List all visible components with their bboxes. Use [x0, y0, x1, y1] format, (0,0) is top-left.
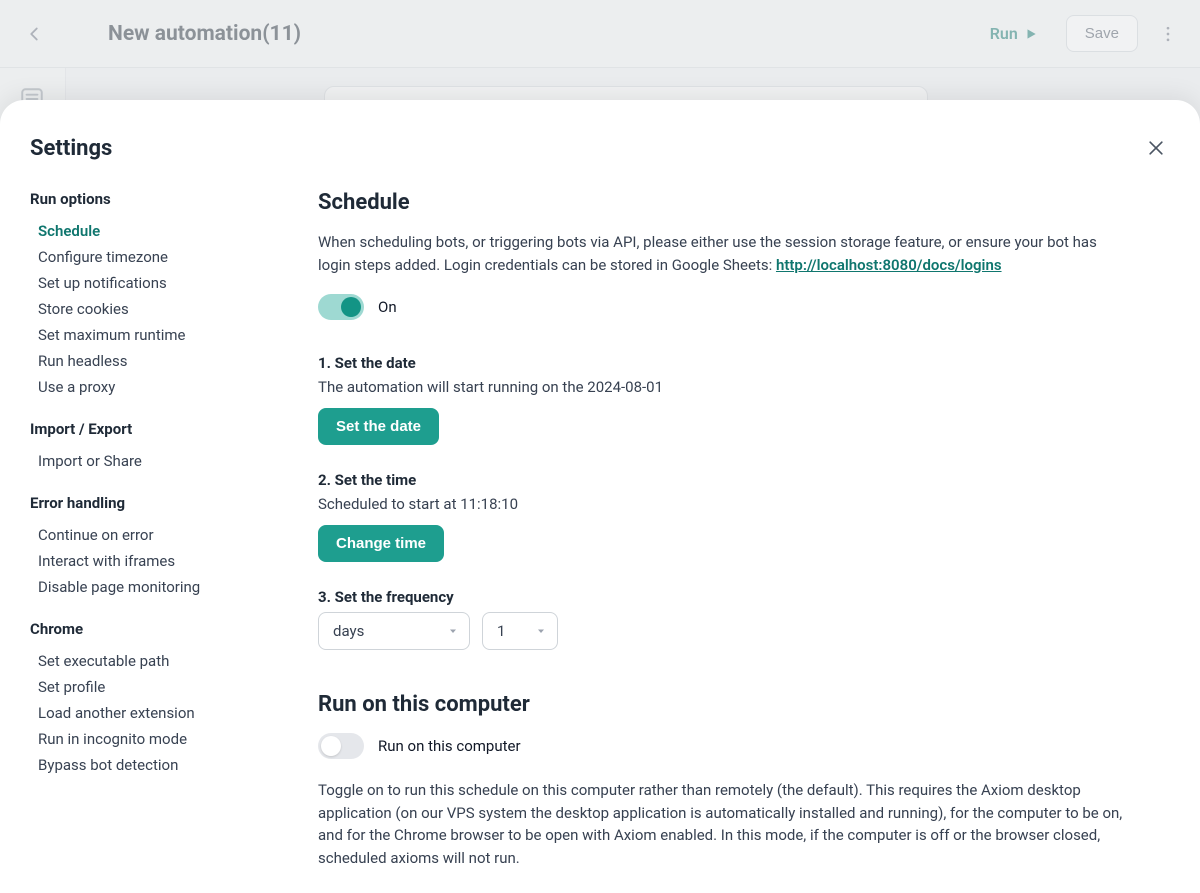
settings-modal: Settings Run options Schedule Configure … — [0, 100, 1200, 893]
schedule-docs-link[interactable]: http://localhost:8080/docs/logins — [776, 256, 1002, 274]
schedule-section-title: Schedule — [318, 190, 1130, 215]
nav-item-configure-timezone[interactable]: Configure timezone — [38, 244, 298, 270]
nav-item-bypass-bot-detection[interactable]: Bypass bot detection — [38, 752, 298, 778]
run-local-desc: Toggle on to run this schedule on this c… — [318, 779, 1130, 863]
chevron-down-icon — [535, 625, 547, 637]
settings-content: Schedule When scheduling bots, or trigge… — [318, 190, 1170, 863]
nav-item-set-up-notifications[interactable]: Set up notifications — [38, 270, 298, 296]
step-set-date: 1. Set the date The automation will star… — [318, 354, 1130, 445]
run-local-toggle[interactable] — [318, 733, 364, 759]
nav-group-error-handling: Error handling — [30, 494, 298, 512]
nav-item-continue-on-error[interactable]: Continue on error — [38, 522, 298, 548]
nav-item-use-a-proxy[interactable]: Use a proxy — [38, 374, 298, 400]
nav-item-set-executable-path[interactable]: Set executable path — [38, 648, 298, 674]
schedule-description: When scheduling bots, or triggering bots… — [318, 231, 1130, 276]
modal-title: Settings — [30, 136, 112, 161]
step3-title: 3. Set the frequency — [318, 588, 1130, 606]
run-local-section-title: Run on this computer — [318, 692, 1130, 717]
nav-item-interact-with-iframes[interactable]: Interact with iframes — [38, 548, 298, 574]
step2-title: 2. Set the time — [318, 471, 1130, 489]
step1-title: 1. Set the date — [318, 354, 1130, 372]
settings-nav: Run options Schedule Configure timezone … — [30, 190, 298, 863]
nav-item-set-profile[interactable]: Set profile — [38, 674, 298, 700]
nav-item-set-maximum-runtime[interactable]: Set maximum runtime — [38, 322, 298, 348]
change-time-button[interactable]: Change time — [318, 525, 444, 562]
frequency-count-select[interactable]: 1 — [482, 612, 558, 650]
schedule-toggle[interactable] — [318, 294, 364, 320]
step-set-frequency: 3. Set the frequency days 1 — [318, 588, 1130, 650]
frequency-count-value: 1 — [497, 622, 505, 640]
close-button[interactable] — [1142, 134, 1170, 162]
chevron-down-icon — [447, 625, 459, 637]
run-local-toggle-label: Run on this computer — [378, 737, 521, 755]
nav-item-load-another-extension[interactable]: Load another extension — [38, 700, 298, 726]
nav-item-run-headless[interactable]: Run headless — [38, 348, 298, 374]
nav-group-chrome: Chrome — [30, 620, 298, 638]
close-icon — [1146, 138, 1166, 158]
set-date-button[interactable]: Set the date — [318, 408, 439, 445]
schedule-toggle-label: On — [378, 298, 397, 316]
step2-desc: Scheduled to start at 11:18:10 — [318, 495, 1130, 513]
nav-group-run-options: Run options — [30, 190, 298, 208]
nav-item-store-cookies[interactable]: Store cookies — [38, 296, 298, 322]
nav-item-disable-page-monitoring[interactable]: Disable page monitoring — [38, 574, 298, 600]
nav-item-run-in-incognito-mode[interactable]: Run in incognito mode — [38, 726, 298, 752]
nav-item-import-or-share[interactable]: Import or Share — [38, 448, 298, 474]
frequency-unit-select[interactable]: days — [318, 612, 470, 650]
step1-desc: The automation will start running on the… — [318, 378, 1130, 396]
nav-item-schedule[interactable]: Schedule — [38, 218, 298, 244]
step-set-time: 2. Set the time Scheduled to start at 11… — [318, 471, 1130, 562]
nav-group-import-export: Import / Export — [30, 420, 298, 438]
frequency-unit-value: days — [333, 622, 364, 640]
